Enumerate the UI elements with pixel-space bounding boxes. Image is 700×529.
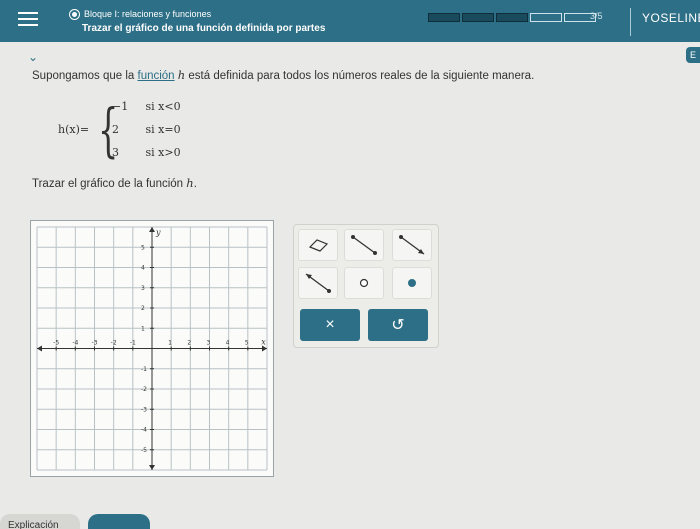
page-title: Trazar el gráfico de una función definid…	[82, 23, 326, 34]
piece-value: 3	[112, 146, 119, 159]
piece-value: −1	[112, 100, 129, 113]
coordinate-plane[interactable]: x y -5 -4 -3 -2 -1 1 2 3 4 5 5 4 3 2 1 -1 -2 -3 -4 -5	[31, 221, 273, 476]
progress-segment	[428, 13, 460, 22]
piecewise-row: 2 si x=0	[112, 123, 181, 136]
explain-button[interactable]: Explicación	[0, 514, 80, 529]
closed-point-icon	[408, 279, 416, 287]
check-button[interactable]	[88, 514, 150, 529]
y-tick-label: -1	[141, 366, 147, 373]
instruction: Trazar el gráfico de la función h.	[32, 176, 197, 190]
progress-segment	[496, 13, 528, 22]
drawing-tools-panel: × ↺	[293, 224, 439, 348]
piecewise-definition: h(x)= { −1 si x<0 2 si x=0 3 si x>0	[58, 98, 218, 168]
y-tick-label: 3	[141, 285, 145, 292]
x-tick-label: 4	[226, 340, 230, 347]
header-bar: Bloque I: relaciones y funciones Trazar …	[0, 0, 700, 42]
y-tick-label: -5	[141, 447, 147, 454]
chevron-down-icon[interactable]: ⌄	[28, 50, 38, 64]
x-tick-label: -1	[130, 340, 136, 347]
topic-status-icon	[70, 9, 79, 19]
eraser-icon	[308, 239, 329, 252]
menu-icon[interactable]	[18, 12, 38, 28]
x-tick-label: -3	[92, 340, 98, 347]
y-tick-label: 2	[141, 305, 145, 312]
closed-point-tool[interactable]	[392, 267, 432, 299]
ray-left-tool[interactable]	[298, 267, 338, 299]
piecewise-row: 3 si x>0	[112, 146, 181, 159]
y-tick-label: -2	[141, 386, 147, 393]
statement-text-end: está definida para todos los números rea…	[185, 70, 535, 82]
x-axis-arrow-left	[37, 345, 42, 352]
segment-tool[interactable]	[344, 229, 384, 261]
piece-condition: si x=0	[145, 123, 181, 136]
x-tick-label: -4	[72, 340, 78, 347]
x-tick-label: -5	[53, 340, 59, 347]
topic-title: Bloque I: relaciones y funciones	[84, 9, 212, 19]
piece-value: 2	[112, 123, 119, 136]
ray-right-tool[interactable]	[392, 229, 432, 261]
graphing-area[interactable]: x y -5 -4 -3 -2 -1 1 2 3 4 5 5 4 3 2 1 -1 -2 -3 -4 -5	[30, 220, 274, 477]
progress-count: 3/5	[590, 11, 603, 21]
open-point-tool[interactable]	[344, 267, 384, 299]
progress-segment	[530, 13, 562, 22]
y-axis-arrow-up	[149, 227, 155, 232]
y-tick-label: 5	[141, 244, 145, 251]
x-tick-label: -2	[111, 340, 117, 347]
problem-statement: Supongamos que la función h está definid…	[32, 68, 534, 82]
eraser-tool[interactable]	[298, 229, 338, 261]
x-tick-label: 1	[168, 340, 172, 347]
statement-text: Supongamos que la	[32, 70, 138, 82]
ray-right-icon	[399, 235, 425, 255]
segment-icon	[351, 235, 377, 255]
instruction-end: .	[193, 178, 197, 190]
instruction-text: Trazar el gráfico de la función	[32, 178, 187, 190]
y-tick-label: -3	[141, 406, 147, 413]
function-variable: h	[186, 176, 194, 190]
x-tick-label: 3	[207, 340, 211, 347]
piecewise-lhs: h(x)=	[58, 123, 90, 136]
open-point-icon	[359, 278, 369, 288]
divider	[630, 8, 631, 36]
piecewise-row: −1 si x<0	[112, 100, 181, 113]
undo-button[interactable]: ↺	[368, 309, 428, 341]
y-axis-label: y	[155, 228, 161, 237]
function-link[interactable]: función	[138, 70, 175, 82]
piece-condition: si x>0	[145, 146, 181, 159]
x-tick-label: 5	[245, 340, 249, 347]
progress-bar	[428, 13, 596, 22]
y-tick-label: 1	[141, 325, 145, 332]
side-tab[interactable]: E	[686, 47, 700, 63]
y-axis-arrow-down	[149, 465, 155, 470]
ray-left-icon	[305, 273, 331, 293]
topic-line: Bloque I: relaciones y funciones	[70, 9, 211, 19]
user-name[interactable]: YOSELINE	[642, 11, 700, 25]
x-axis-label: x	[261, 338, 266, 347]
y-tick-label: -4	[141, 427, 147, 434]
progress-segment	[462, 13, 494, 22]
piece-condition: si x<0	[145, 100, 181, 113]
y-tick-label: 4	[141, 265, 145, 272]
clear-button[interactable]: ×	[300, 309, 360, 341]
x-tick-label: 2	[187, 340, 191, 347]
